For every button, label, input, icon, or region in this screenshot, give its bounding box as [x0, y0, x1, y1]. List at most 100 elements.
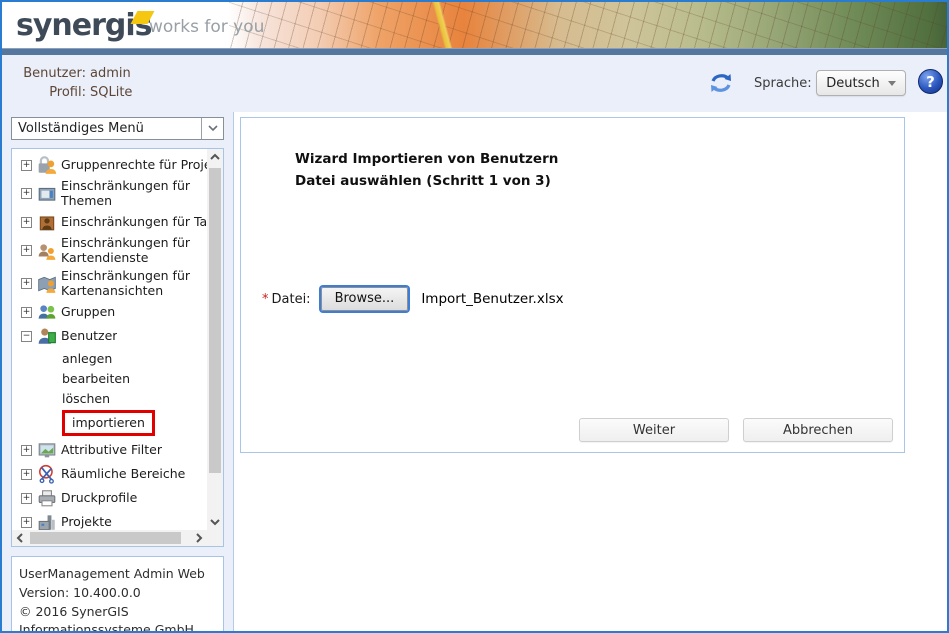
user-label: Benutzer:: [18, 66, 86, 81]
tree-item-label: Einschränkungen für Kartendienste: [61, 236, 190, 265]
expander-icon[interactable]: +: [21, 217, 32, 228]
tree-horizontal-scrollbar[interactable]: [12, 530, 207, 546]
sidebar-footer: UserManagement Admin Web Version: 10.400…: [11, 556, 224, 633]
tree-item-druckprofile[interactable]: + Druckprofile: [21, 486, 207, 510]
scrollbar-thumb[interactable]: [209, 168, 221, 473]
tree-body: + Gruppenrechte für Projekt + Einschränk…: [12, 149, 207, 530]
navigation-tree: + Gruppenrechte für Projekt + Einschränk…: [11, 148, 224, 547]
copyright: © 2016 SynerGIS: [19, 603, 217, 622]
next-button[interactable]: Weiter: [579, 418, 729, 442]
tree-item-raeumliche-bereiche[interactable]: + Räumliche Bereiche: [21, 462, 207, 486]
expander-icon[interactable]: +: [21, 188, 32, 199]
sidebar: Vollständiges Menü + Gruppenrechte für P…: [2, 112, 234, 631]
tree-item-gruppen[interactable]: + Gruppen: [21, 300, 207, 324]
tree-item-bearbeiten[interactable]: bearbeiten: [21, 368, 207, 388]
tree-item-gruppenrechte[interactable]: + Gruppenrechte für Projekt: [21, 153, 207, 177]
help-icon[interactable]: ?: [918, 69, 943, 94]
user-value: admin: [90, 66, 131, 81]
tagline: works for you: [149, 17, 264, 37]
expander-icon[interactable]: +: [21, 517, 32, 528]
tree-item-label: Einschränkungen für Themen: [61, 179, 190, 208]
expander-icon[interactable]: +: [21, 307, 32, 318]
scrollbar-corner: [207, 530, 223, 546]
wizard-step-subtitle: Datei auswählen (Schritt 1 von 3): [295, 173, 551, 189]
expander-icon[interactable]: +: [21, 245, 32, 256]
tree-item-attributive-filter[interactable]: + Attributive Filter: [21, 438, 207, 462]
dropdown-caret-icon: [888, 81, 896, 86]
logo: synergis: [16, 4, 152, 48]
company-name: Informationssysteme GmbH: [19, 621, 217, 633]
app-version: Version: 10.400.0.0: [19, 584, 217, 603]
tree-item-label: Gruppen: [61, 305, 115, 319]
print-profiles-icon: [37, 488, 57, 508]
expander-icon[interactable]: +: [21, 445, 32, 456]
tree-item-einschr-kartendienste[interactable]: + Einschränkungen für Kartendienste: [21, 234, 207, 267]
projects-icon: [37, 512, 57, 530]
browse-button[interactable]: Browse...: [321, 287, 409, 311]
tree-item-label: Einschränkungen für Tabe: [61, 215, 207, 229]
tree-item-label: Attributive Filter: [61, 443, 162, 457]
users-icon: [37, 326, 57, 346]
tree-item-label: Druckprofile: [61, 491, 137, 505]
wizard-title: Wizard Importieren von Benutzern: [295, 151, 558, 167]
map-services-icon: [37, 241, 57, 261]
content: Vollständiges Menü + Gruppenrechte für P…: [2, 112, 947, 631]
tree-item-anlegen[interactable]: anlegen: [21, 348, 207, 368]
lock-user-icon: [37, 155, 57, 175]
scroll-down-icon[interactable]: [210, 519, 220, 526]
highlight-box: importieren: [62, 410, 155, 436]
themes-icon: [37, 184, 57, 204]
spatial-areas-icon: [37, 464, 57, 484]
tree-item-projekte[interactable]: + Projekte: [21, 510, 207, 530]
language-value: Deutsch: [826, 76, 880, 91]
selected-file-name: Import_Benutzer.xlsx: [421, 291, 563, 307]
select-chevron-icon[interactable]: [201, 118, 223, 139]
app-name: UserManagement Admin Web: [19, 565, 217, 584]
logo-text: synergis: [16, 8, 152, 43]
expander-icon[interactable]: +: [21, 160, 32, 171]
collapse-icon[interactable]: −: [21, 331, 32, 342]
required-marker: *: [262, 292, 269, 307]
user-info: Benutzer: admin Profil: SQLite: [18, 66, 132, 104]
header-separator: [2, 48, 947, 55]
main-area: Wizard Importieren von Benutzern Datei a…: [234, 112, 947, 631]
tree-item-label: Projekte: [61, 515, 112, 529]
scroll-up-icon[interactable]: [210, 153, 220, 160]
profile-label: Profil:: [18, 85, 86, 100]
tree-item-label: Gruppenrechte für Projekt: [61, 158, 207, 172]
tables-icon: [37, 212, 57, 232]
profile-value: SQLite: [90, 85, 132, 100]
file-label: Datei:: [272, 292, 311, 307]
cancel-button[interactable]: Abbrechen: [743, 418, 893, 442]
expander-icon[interactable]: +: [21, 493, 32, 504]
menu-select-label: Vollständiges Menü: [18, 121, 144, 136]
tree-item-label: Einschränkungen für Kartenansichten: [61, 269, 190, 298]
tree-item-einschr-kartenansichten[interactable]: + Einschränkungen für Kartenansichten: [21, 267, 207, 300]
tree-item-benutzer[interactable]: − Benutzer: [21, 324, 207, 348]
tree-item-importieren[interactable]: importieren: [21, 408, 207, 438]
expander-icon[interactable]: +: [21, 278, 32, 289]
tree-item-einschr-tabellen[interactable]: + Einschränkungen für Tabe: [21, 210, 207, 234]
map-banner-image: [229, 2, 947, 48]
expander-icon[interactable]: +: [21, 469, 32, 480]
banner: synergis works for you: [2, 2, 947, 48]
tree-vertical-scrollbar[interactable]: [207, 149, 223, 530]
scrollbar-thumb[interactable]: [30, 532, 181, 544]
scroll-right-icon[interactable]: [196, 533, 203, 543]
refresh-icon[interactable]: [708, 70, 734, 96]
wizard-panel: Wizard Importieren von Benutzern Datei a…: [240, 117, 905, 453]
tree-item-label: Benutzer: [61, 329, 117, 343]
tree-item-einschr-themen[interactable]: + Einschränkungen für Themen: [21, 177, 207, 210]
tree-item-loeschen[interactable]: löschen: [21, 388, 207, 408]
wizard-buttons: Weiter Abbrechen: [579, 418, 893, 442]
file-select-row: * Datei: Browse... Import_Benutzer.xlsx: [262, 287, 564, 311]
tree-item-label: Räumliche Bereiche: [61, 467, 185, 481]
scroll-left-icon[interactable]: [16, 533, 23, 543]
groups-icon: [37, 302, 57, 322]
map-views-restriction-icon: [37, 274, 57, 294]
language-label: Sprache:: [754, 76, 812, 91]
menu-select[interactable]: Vollständiges Menü: [11, 117, 224, 140]
app-window: synergis works for you Benutzer: admin Pr…: [0, 0, 949, 633]
info-bar: Benutzer: admin Profil: SQLite Sprache: De…: [2, 55, 947, 112]
language-dropdown[interactable]: Deutsch: [816, 70, 906, 96]
